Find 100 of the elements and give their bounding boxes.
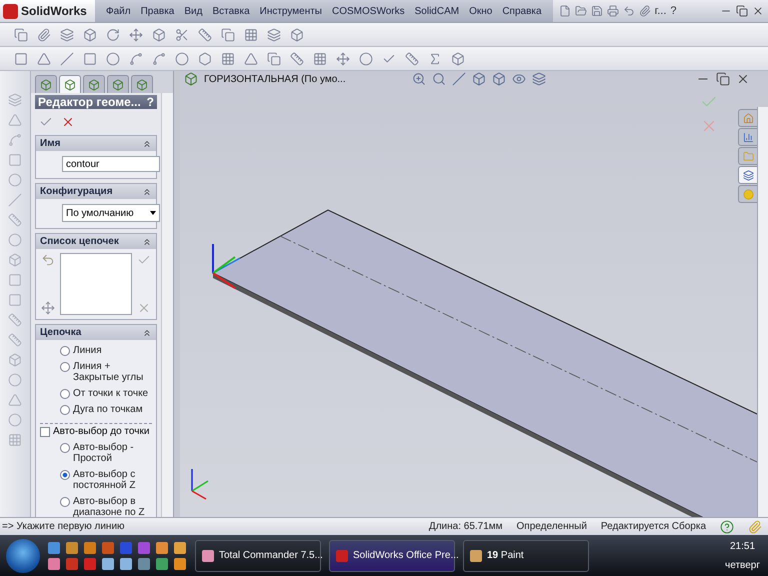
- menu-item[interactable]: Инструменты: [254, 6, 327, 16]
- feature-tool-icon[interactable]: [8, 393, 22, 407]
- save-icon[interactable]: [590, 5, 603, 17]
- move-icon[interactable]: [129, 28, 143, 42]
- spline-icon[interactable]: [152, 52, 166, 66]
- move-icon[interactable]: [336, 52, 350, 66]
- feature-tool-icon[interactable]: [8, 293, 22, 307]
- menu-item[interactable]: Файл: [101, 6, 136, 16]
- quick-launch-icon[interactable]: [174, 542, 186, 554]
- delete-icon[interactable]: [137, 301, 151, 315]
- rectangle-icon[interactable]: [14, 52, 28, 66]
- feature-tool-icon[interactable]: [8, 93, 22, 107]
- help-button[interactable]: ?: [670, 5, 677, 17]
- panel-tab[interactable]: [131, 75, 153, 94]
- radio-option[interactable]: Авто-выбор с постоянной Z: [60, 469, 152, 491]
- rectangle-icon[interactable]: [83, 52, 97, 66]
- close-icon[interactable]: [736, 72, 750, 86]
- panel-tab[interactable]: [59, 75, 81, 94]
- box-icon[interactable]: [152, 28, 166, 42]
- config-dropdown[interactable]: По умолчанию: [62, 204, 160, 222]
- taskbar-button[interactable]: 19 Paint: [463, 540, 589, 572]
- line-icon[interactable]: [60, 52, 74, 66]
- feature-tool-icon[interactable]: [8, 353, 22, 367]
- radio-option[interactable]: От точки к точке: [60, 388, 152, 399]
- menu-item[interactable]: COSMOSWorks: [327, 6, 410, 16]
- collapse-icon[interactable]: [142, 186, 152, 196]
- quick-launch-icon[interactable]: [66, 542, 78, 554]
- feature-tool-icon[interactable]: [8, 433, 22, 447]
- start-button[interactable]: [6, 538, 40, 572]
- quick-launch-icon[interactable]: [174, 558, 186, 570]
- quick-launch-icon[interactable]: [48, 542, 60, 554]
- grid-icon[interactable]: [221, 52, 235, 66]
- radio-option[interactable]: Дуга по точкам: [60, 404, 152, 415]
- quick-launch-icon[interactable]: [48, 558, 60, 570]
- menu-item[interactable]: Вид: [179, 6, 208, 16]
- restore-icon[interactable]: [736, 5, 748, 17]
- paperclip-icon[interactable]: [638, 5, 651, 17]
- feature-tool-icon[interactable]: [8, 413, 22, 427]
- grid-icon[interactable]: [244, 28, 258, 42]
- pattern-icon[interactable]: [313, 52, 327, 66]
- quick-launch-icon[interactable]: [102, 558, 114, 570]
- paperclip-icon[interactable]: [748, 520, 762, 534]
- quick-launch-icon[interactable]: [120, 558, 132, 570]
- close-icon[interactable]: [752, 5, 764, 17]
- help-icon[interactable]: [720, 520, 734, 534]
- scissors-icon[interactable]: [175, 28, 189, 42]
- feature-tool-icon[interactable]: [8, 193, 22, 207]
- ruler-icon[interactable]: [405, 52, 419, 66]
- feature-tool-icon[interactable]: [8, 173, 22, 187]
- collapse-icon[interactable]: [142, 138, 152, 148]
- radio-option[interactable]: Авто-выбор в диапазоне по Z: [60, 496, 152, 517]
- task-pane-tab[interactable]: [738, 166, 757, 184]
- tree-item[interactable]: ГОРИЗОНТАЛЬНАЯ (По умо...: [204, 74, 346, 84]
- menu-item[interactable]: SolidCAM: [410, 6, 464, 16]
- collapse-icon[interactable]: [142, 236, 152, 246]
- new-file-icon[interactable]: [558, 5, 571, 17]
- layers-icon[interactable]: [267, 28, 281, 42]
- feature-tool-icon[interactable]: [8, 213, 22, 227]
- taskbar-button[interactable]: Total Commander 7.5...: [195, 540, 321, 572]
- open-folder-icon[interactable]: [574, 5, 587, 17]
- eye-icon[interactable]: [512, 72, 526, 86]
- rotate-icon[interactable]: [106, 28, 120, 42]
- ruler-icon[interactable]: [290, 52, 304, 66]
- polygon-icon[interactable]: [198, 52, 212, 66]
- feature-tool-icon[interactable]: [8, 333, 22, 347]
- quick-launch-icon[interactable]: [138, 558, 150, 570]
- name-field[interactable]: contour: [62, 156, 160, 172]
- quick-launch-icon[interactable]: [156, 542, 168, 554]
- part-icon[interactable]: [184, 72, 198, 86]
- search-icon[interactable]: [432, 72, 446, 86]
- menu-item[interactable]: Вставка: [207, 6, 255, 16]
- panel-tab[interactable]: [107, 75, 129, 94]
- feature-tool-icon[interactable]: [8, 153, 22, 167]
- cube-icon[interactable]: [492, 72, 506, 86]
- radio-option[interactable]: Авто-выбор - Простой: [60, 442, 152, 464]
- chain-list[interactable]: [60, 253, 132, 315]
- collapse-icon[interactable]: [142, 328, 152, 338]
- copy-icon[interactable]: [267, 52, 281, 66]
- feature-tool-icon[interactable]: [8, 113, 22, 127]
- feature-tool-icon[interactable]: [8, 313, 22, 327]
- cube-icon[interactable]: [472, 72, 486, 86]
- panel-tab[interactable]: [35, 75, 57, 94]
- zoom-icon[interactable]: [412, 72, 426, 86]
- triangle-icon[interactable]: [37, 52, 51, 66]
- undo-icon[interactable]: [41, 253, 55, 267]
- undo-icon[interactable]: [622, 5, 635, 17]
- arc-icon[interactable]: [129, 52, 143, 66]
- circle-icon[interactable]: [106, 52, 120, 66]
- layers-icon[interactable]: [60, 28, 74, 42]
- cancel-icon[interactable]: [61, 115, 75, 129]
- ruler-icon[interactable]: [198, 28, 212, 42]
- auto-select-checkbox[interactable]: Авто-выбор до точки: [36, 426, 156, 437]
- toolbar-label[interactable]: г...: [654, 5, 666, 17]
- circle-icon[interactable]: [359, 52, 373, 66]
- scrollbar[interactable]: [161, 93, 173, 517]
- sigma-icon[interactable]: [428, 52, 442, 66]
- quick-launch-icon[interactable]: [156, 558, 168, 570]
- box-icon[interactable]: [451, 52, 465, 66]
- copy-icon[interactable]: [221, 28, 235, 42]
- radio-option[interactable]: Линия: [60, 345, 152, 356]
